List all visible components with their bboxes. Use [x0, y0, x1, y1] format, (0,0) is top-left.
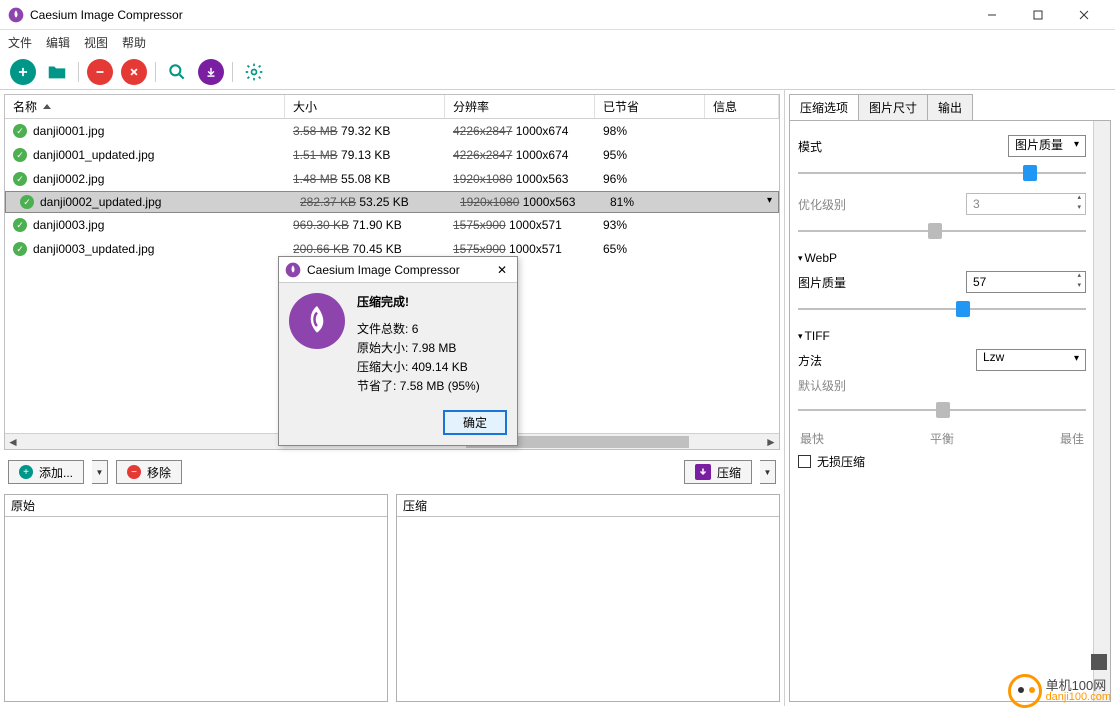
mode-select[interactable]: 图片质量	[1008, 135, 1086, 157]
tick-balanced: 平衡	[930, 430, 954, 447]
menubar: 文件 编辑 视图 帮助	[0, 30, 1115, 54]
status-check-icon: ✓	[20, 195, 34, 209]
tiff-method-label: 方法	[798, 352, 822, 369]
compress-toolbar-button[interactable]	[198, 59, 224, 85]
status-check-icon: ✓	[13, 124, 27, 138]
menu-file[interactable]: 文件	[8, 34, 32, 51]
quality-slider-1[interactable]	[798, 163, 1086, 183]
minimize-button[interactable]	[969, 0, 1015, 30]
dialog-done-text: 压缩完成!	[357, 293, 480, 310]
col-size[interactable]: 大小	[285, 95, 445, 118]
file-name: danji0003.jpg	[33, 218, 104, 232]
table-row[interactable]: ✓danji0003.jpg969.30 KB 71.90 KB1575x900…	[5, 213, 779, 237]
deflate-level-label: 默认级别	[798, 377, 846, 394]
file-name: danji0003_updated.jpg	[33, 242, 154, 256]
file-name: danji0001_updated.jpg	[33, 148, 154, 162]
dialog-close-button[interactable]: ✕	[493, 263, 511, 277]
app-icon	[8, 7, 24, 23]
add-button-dropdown[interactable]: ▼	[92, 460, 108, 484]
tab-size[interactable]: 图片尺寸	[858, 94, 928, 120]
add-button[interactable]: + 添加...	[8, 460, 84, 484]
watermark: 单机100网 danji100.com	[1008, 674, 1111, 708]
watermark-logo-icon	[1008, 674, 1042, 708]
status-check-icon: ✓	[13, 148, 27, 162]
tiff-method-select[interactable]: Lzw	[976, 349, 1086, 371]
tiff-section[interactable]: TIFF	[798, 329, 1086, 343]
menu-help[interactable]: 帮助	[122, 34, 146, 51]
compress-button[interactable]: 压缩	[684, 460, 752, 484]
titlebar: Caesium Image Compressor	[0, 0, 1115, 30]
table-row[interactable]: ✓danji0002.jpg1.48 MB 55.08 KB1920x1080 …	[5, 167, 779, 191]
original-preview-label: 原始	[5, 495, 387, 516]
open-folder-button[interactable]	[44, 59, 70, 85]
dialog-app-icon	[285, 262, 301, 278]
table-row[interactable]: ✓danji0002_updated.jpg282.37 KB 53.25 KB…	[5, 191, 779, 213]
deflate-slider	[798, 400, 1086, 420]
status-check-icon: ✓	[13, 172, 27, 186]
webp-quality-label: 图片质量	[798, 274, 846, 291]
original-preview: 原始	[4, 494, 388, 702]
webp-quality-slider[interactable]	[798, 299, 1086, 319]
compress-button-dropdown[interactable]: ▼	[760, 460, 776, 484]
scrollbar-corner	[1091, 654, 1107, 670]
status-check-icon: ✓	[13, 242, 27, 256]
webp-section[interactable]: WebP	[798, 251, 1086, 265]
opt-level-slider	[798, 221, 1086, 241]
file-name: danji0002_updated.jpg	[40, 195, 161, 209]
menu-view[interactable]: 视图	[84, 34, 108, 51]
col-resolution[interactable]: 分辨率	[445, 95, 595, 118]
col-saved[interactable]: 已节省	[595, 95, 705, 118]
maximize-button[interactable]	[1015, 0, 1061, 30]
compressed-preview: 压缩	[396, 494, 780, 702]
window-title: Caesium Image Compressor	[30, 8, 969, 22]
webp-quality-spin[interactable]: 57	[966, 271, 1086, 293]
status-check-icon: ✓	[13, 218, 27, 232]
remove-button[interactable]	[87, 59, 113, 85]
tick-best: 最佳	[1060, 430, 1084, 447]
col-name[interactable]: 名称	[5, 95, 285, 118]
add-file-button[interactable]	[10, 59, 36, 85]
close-button[interactable]	[1061, 0, 1107, 30]
search-button[interactable]	[164, 59, 190, 85]
completion-dialog: Caesium Image Compressor ✕ 压缩完成! 文件总数: 6…	[278, 256, 518, 446]
menu-edit[interactable]: 编辑	[46, 34, 70, 51]
clear-all-button[interactable]	[121, 59, 147, 85]
lossless-label: 无损压缩	[817, 453, 865, 470]
lossless-checkbox[interactable]	[798, 455, 811, 468]
dialog-title: Caesium Image Compressor	[307, 263, 493, 277]
tab-compression[interactable]: 压缩选项	[789, 94, 859, 120]
tick-fast: 最快	[800, 430, 824, 447]
table-row[interactable]: ✓danji0001_updated.jpg1.51 MB 79.13 KB42…	[5, 143, 779, 167]
dialog-ok-button[interactable]: 确定	[443, 410, 507, 435]
file-name: danji0001.jpg	[33, 124, 104, 138]
mode-label: 模式	[798, 138, 822, 155]
file-name: danji0002.jpg	[33, 172, 104, 186]
col-info[interactable]: 信息	[705, 95, 779, 118]
compress-button-label: 压缩	[717, 464, 741, 481]
remove-list-button[interactable]: − 移除	[116, 460, 182, 484]
toolbar	[0, 54, 1115, 90]
opt-level-label: 优化级别	[798, 196, 846, 213]
remove-button-label: 移除	[147, 464, 171, 481]
opt-level-spin: 3	[966, 193, 1086, 215]
table-row[interactable]: ✓danji0001.jpg3.58 MB 79.32 KB4226x2847 …	[5, 119, 779, 143]
settings-button[interactable]	[241, 59, 267, 85]
compressed-preview-label: 压缩	[397, 495, 779, 516]
dialog-logo-icon	[289, 293, 345, 349]
add-button-label: 添加...	[39, 464, 73, 481]
tab-output[interactable]: 输出	[927, 94, 973, 120]
